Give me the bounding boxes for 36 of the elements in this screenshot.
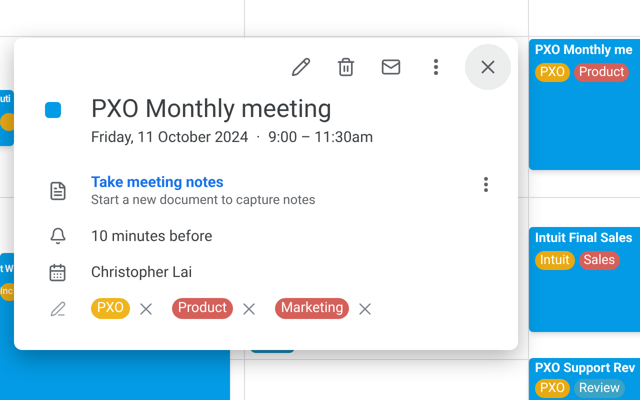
event-time: 9:00 – 11:30am — [268, 127, 374, 147]
event-tag: Intuit — [535, 251, 575, 270]
organizer-name: Christopher Lai — [91, 262, 192, 282]
trash-icon — [336, 57, 356, 77]
pen-icon — [50, 300, 66, 316]
event-title: PXO Monthly meeting — [91, 94, 333, 126]
event-card[interactable]: PXO Support Rev PXO Review — [529, 358, 640, 400]
close-button[interactable] — [465, 44, 511, 90]
take-notes-link[interactable]: Take meeting notes — [91, 172, 474, 192]
event-card[interactable]: PXO Monthly me PXO Product — [529, 39, 640, 170]
tag-chip: PXO — [91, 298, 130, 319]
event-title: uti — [0, 93, 10, 107]
event-card[interactable]: uti — [0, 90, 14, 146]
tag-chip: Marketing — [274, 298, 350, 319]
pencil-icon — [291, 57, 311, 77]
event-title: PXO Support Rev — [535, 360, 636, 377]
more-icon — [484, 176, 488, 192]
event-tag: Product — [574, 63, 630, 82]
envelope-icon — [381, 57, 401, 77]
reminder-text: 10 minutes before — [91, 226, 212, 246]
event-date: Friday, 11 October 2024 — [91, 127, 248, 147]
event-title: t W — [0, 263, 14, 277]
event-title: PXO Monthly me — [535, 42, 633, 59]
event-tag: PXO — [535, 63, 570, 82]
tag-chip: Product — [172, 298, 233, 319]
event-tag: Sales — [578, 251, 620, 270]
event-tag: Review — [574, 379, 625, 398]
notes-subtitle: Start a new document to capture notes — [91, 192, 316, 210]
event-tag: PXO — [535, 379, 570, 398]
document-icon — [48, 181, 68, 201]
event-title: Intuit Final Sales — [535, 230, 632, 247]
bell-icon — [48, 227, 66, 245]
more-icon — [434, 59, 438, 75]
separator-dot: · — [256, 127, 260, 147]
calendar-icon — [48, 262, 67, 282]
event-card[interactable]: Intuit Final Sales Intuit Sales — [529, 227, 640, 332]
